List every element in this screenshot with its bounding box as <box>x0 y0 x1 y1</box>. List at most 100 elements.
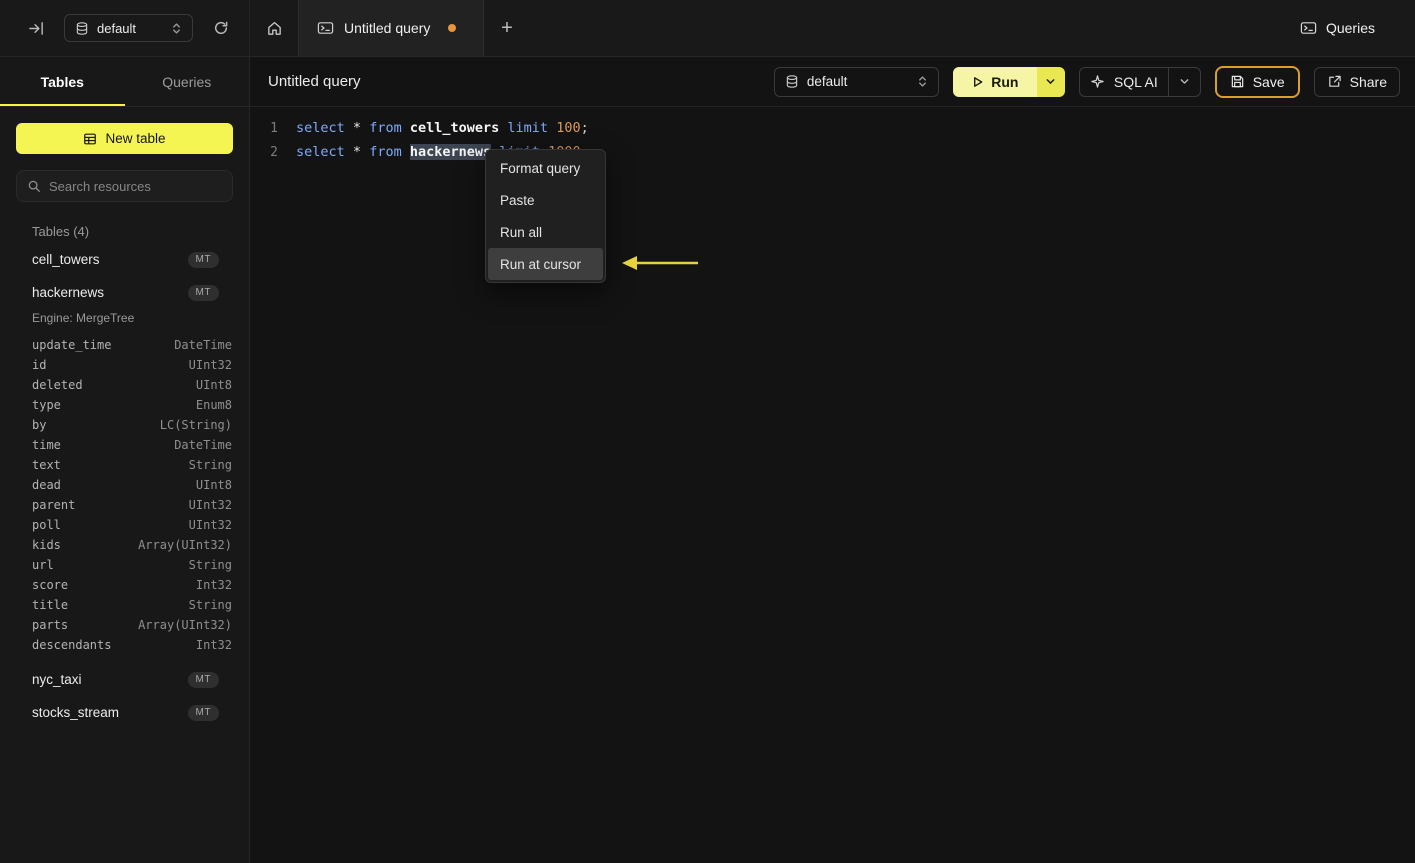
column-type: UInt8 <box>195 378 232 392</box>
queries-icon <box>1300 20 1317 36</box>
context-menu-item[interactable]: Run all <box>488 216 603 248</box>
line-number: 2 <box>270 144 278 160</box>
column-row: by LC(String) <box>0 415 249 435</box>
code-token: * <box>352 120 362 136</box>
unsaved-dot <box>448 24 457 32</box>
search-icon <box>27 179 41 193</box>
editor-lines: 1 select * from cell_towers limit 100; 2 se… <box>250 116 1415 164</box>
refresh-icon[interactable] <box>207 14 235 42</box>
share-label: Share <box>1349 73 1387 90</box>
play-icon <box>971 75 984 89</box>
home-tab[interactable] <box>250 0 298 56</box>
column-name: parts <box>32 618 69 632</box>
table-engine: Engine: MergeTree <box>32 311 135 325</box>
table-row[interactable]: cell_towers MT <box>0 243 249 276</box>
context-menu-item[interactable]: Paste <box>488 184 603 216</box>
engine-badge: MT <box>187 704 219 721</box>
code-token: cell_towers <box>409 120 500 136</box>
context-menu: Format query Paste Run all Run at cursor <box>485 149 606 283</box>
column-name: poll <box>32 518 61 532</box>
column-type: String <box>188 558 232 572</box>
column-row: parent UInt32 <box>0 495 249 515</box>
sidebar-tab-tables[interactable]: Tables <box>0 57 125 106</box>
query-database-value: default <box>806 74 848 89</box>
context-menu-item[interactable]: Format query <box>488 152 603 184</box>
engine-badge: MT <box>187 284 219 301</box>
save-icon <box>1230 74 1245 89</box>
sql-ai-label: SQL AI <box>1113 73 1158 90</box>
column-name: update_time <box>32 338 112 352</box>
new-table-button[interactable]: New table <box>16 123 233 154</box>
column-type: DateTime <box>174 438 232 452</box>
column-row: deleted UInt8 <box>0 375 249 395</box>
table-row[interactable]: hackernews MT <box>0 276 249 309</box>
column-row: title String <box>0 595 249 615</box>
query-database-select[interactable]: default <box>773 66 939 97</box>
column-type: Enum8 <box>195 398 232 412</box>
column-name: id <box>32 358 47 372</box>
database-icon <box>785 74 799 89</box>
column-row: score Int32 <box>0 575 249 595</box>
column-name: deleted <box>32 378 83 392</box>
table-row[interactable]: stocks_stream MT <box>0 696 249 729</box>
column-row: kids Array(UInt32) <box>0 535 249 555</box>
code-token: limit <box>507 120 549 136</box>
sql-editor[interactable]: 1 select * from cell_towers limit 100; 2 se… <box>250 107 1415 164</box>
collapse-sidebar-icon[interactable] <box>22 14 50 42</box>
column-type: UInt32 <box>188 498 232 512</box>
sidebar-tabs: Tables Queries <box>0 57 249 107</box>
context-menu-item[interactable]: Run at cursor <box>488 248 603 280</box>
topbar-database-value: default <box>97 20 137 36</box>
column-name: parent <box>32 498 76 512</box>
engine-badge: MT <box>187 251 219 268</box>
code-token: ; <box>580 120 589 136</box>
column-type: String <box>188 598 232 612</box>
code-line: 1 select * from cell_towers limit 100; <box>250 116 1415 140</box>
new-table-label: New table <box>105 131 166 146</box>
column-row: update_time DateTime <box>0 335 249 355</box>
column-name: dead <box>32 478 61 492</box>
chevron-updown-icon <box>917 74 928 89</box>
sidebar: Tables Queries New table Tables (4) cell… <box>0 57 250 863</box>
sidebar-tab-queries[interactable]: Queries <box>125 57 250 106</box>
search-input[interactable] <box>49 178 225 194</box>
column-name: descendants <box>32 638 112 652</box>
sql-ai-button[interactable]: SQL AI <box>1078 66 1201 97</box>
column-type: UInt32 <box>188 518 232 532</box>
table-row[interactable]: nyc_taxi MT <box>0 663 249 696</box>
run-dropdown-button[interactable] <box>1036 66 1065 97</box>
run-button[interactable]: Run <box>952 66 1037 97</box>
new-tab-button[interactable]: + <box>484 0 530 56</box>
page-title: Untitled query <box>268 73 361 90</box>
chevron-down-icon[interactable] <box>1179 76 1190 87</box>
topbar-database-select[interactable]: default <box>64 14 193 42</box>
column-name: type <box>32 398 61 412</box>
topbar-left: default <box>0 0 250 56</box>
column-type: DateTime <box>174 338 232 352</box>
tab-untitled-query[interactable]: Untitled query <box>298 0 484 56</box>
column-row: time DateTime <box>0 435 249 455</box>
table-name: nyc_taxi <box>32 672 82 687</box>
table-name: hackernews <box>32 285 105 300</box>
run-split-button: Run <box>952 66 1065 97</box>
column-row: id UInt32 <box>0 355 249 375</box>
tables-list: cell_towers MT hackernews MT Engine: MergeTr… <box>0 243 249 729</box>
ai-sparkle-icon <box>1090 74 1105 89</box>
column-type: UInt32 <box>188 358 232 372</box>
share-icon <box>1327 74 1342 89</box>
run-label: Run <box>991 73 1019 90</box>
column-name: time <box>32 438 61 452</box>
save-button[interactable]: Save <box>1214 65 1300 98</box>
search-box <box>16 170 233 202</box>
code-token: from <box>369 144 402 160</box>
column-row: type Enum8 <box>0 395 249 415</box>
header-controls: default Run SQL AI Save Share <box>773 65 1400 98</box>
share-button[interactable]: Share <box>1313 66 1400 97</box>
column-name: score <box>32 578 69 592</box>
queries-button[interactable]: Queries <box>1292 12 1383 44</box>
